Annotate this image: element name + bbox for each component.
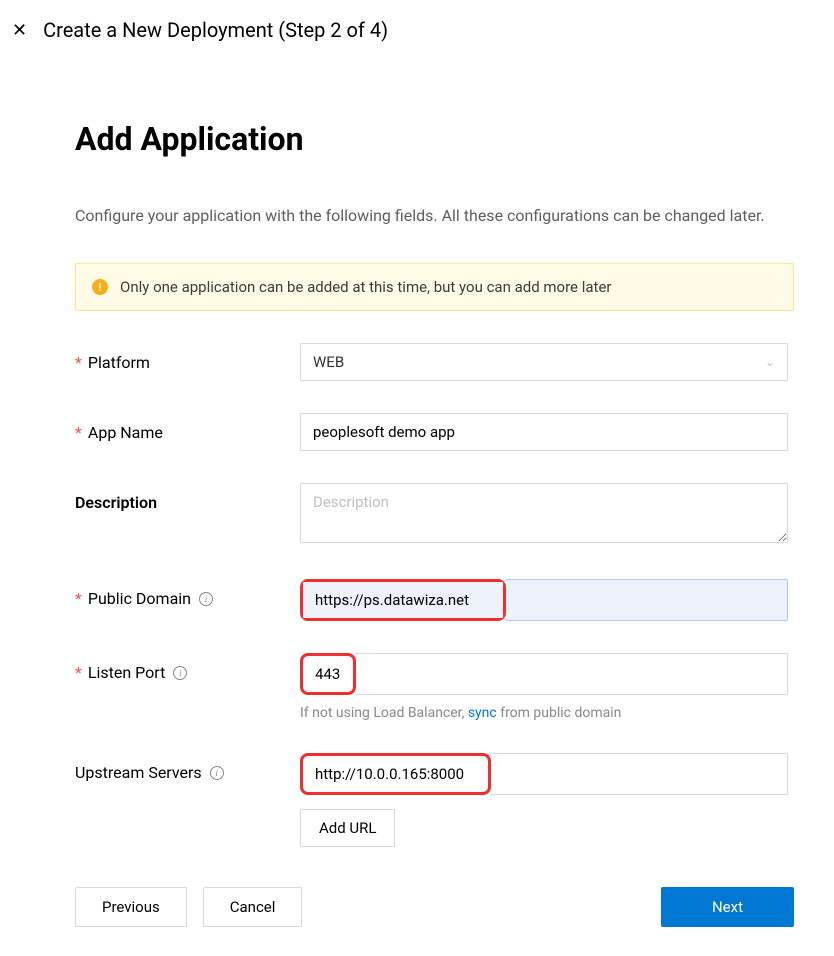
label-platform: * Platform bbox=[75, 343, 300, 372]
warning-icon: ! bbox=[92, 279, 108, 295]
required-marker: * bbox=[75, 423, 82, 442]
add-url-button[interactable]: Add URL bbox=[300, 809, 395, 847]
label-text: Description bbox=[75, 493, 157, 512]
label-description: Description bbox=[75, 483, 300, 512]
listen-port-input[interactable] bbox=[303, 656, 353, 692]
modal-content: Add Application Configure your applicati… bbox=[0, 50, 834, 847]
label-public-domain: * Public Domain i bbox=[75, 579, 300, 608]
hint-prefix: If not using Load Balancer, bbox=[300, 705, 468, 721]
upstream-server-input[interactable] bbox=[303, 756, 488, 792]
required-marker: * bbox=[75, 663, 82, 682]
row-listen-port: * Listen Port i If not using Load Balanc… bbox=[75, 653, 794, 721]
label-text: App Name bbox=[88, 423, 163, 442]
required-marker: * bbox=[75, 353, 82, 372]
sync-link[interactable]: sync bbox=[468, 705, 497, 721]
chevron-down-icon: ⌄ bbox=[765, 355, 775, 369]
highlight-box-upstream bbox=[300, 753, 491, 795]
required-marker: * bbox=[75, 589, 82, 608]
highlight-box-public-domain bbox=[300, 579, 506, 621]
info-alert: ! Only one application can be added at t… bbox=[75, 263, 794, 311]
next-button[interactable]: Next bbox=[661, 887, 794, 927]
row-app-name: * App Name bbox=[75, 413, 794, 451]
row-platform: * Platform WEB ⌄ bbox=[75, 343, 794, 381]
page-title: Add Application bbox=[75, 120, 794, 158]
close-icon[interactable]: ✕ bbox=[8, 20, 31, 41]
info-icon[interactable]: i bbox=[199, 592, 213, 606]
platform-value: WEB bbox=[313, 353, 344, 371]
listen-port-hint: If not using Load Balancer, sync from pu… bbox=[300, 705, 788, 721]
info-icon[interactable]: i bbox=[210, 766, 224, 780]
label-text: Listen Port bbox=[88, 663, 165, 682]
row-description: Description bbox=[75, 483, 794, 547]
modal-header: ✕ Create a New Deployment (Step 2 of 4) bbox=[0, 0, 834, 50]
page-subtitle: Configure your application with the foll… bbox=[75, 206, 794, 225]
label-upstream-servers: Upstream Servers i bbox=[75, 753, 300, 782]
app-name-input[interactable] bbox=[300, 413, 788, 451]
listen-port-field-extension[interactable] bbox=[356, 653, 788, 695]
hint-suffix: from public domain bbox=[497, 705, 622, 721]
footer-buttons: Previous Cancel Next bbox=[0, 887, 834, 927]
row-public-domain: * Public Domain i bbox=[75, 579, 794, 621]
info-icon[interactable]: i bbox=[173, 666, 187, 680]
label-app-name: * App Name bbox=[75, 413, 300, 442]
cancel-button[interactable]: Cancel bbox=[203, 887, 303, 927]
platform-select[interactable]: WEB ⌄ bbox=[300, 343, 788, 381]
alert-text: Only one application can be added at thi… bbox=[120, 278, 611, 296]
modal-title: Create a New Deployment (Step 2 of 4) bbox=[43, 18, 388, 42]
highlight-box-listen-port bbox=[300, 653, 356, 695]
public-domain-field-extension[interactable] bbox=[506, 579, 788, 621]
public-domain-input[interactable] bbox=[303, 582, 503, 618]
previous-button[interactable]: Previous bbox=[75, 887, 187, 927]
label-listen-port: * Listen Port i bbox=[75, 653, 300, 682]
label-text: Upstream Servers bbox=[75, 763, 202, 782]
row-upstream-servers: Upstream Servers i Add URL bbox=[75, 753, 794, 847]
label-text: Platform bbox=[88, 353, 150, 372]
label-text: Public Domain bbox=[88, 589, 191, 608]
description-input[interactable] bbox=[300, 483, 788, 543]
upstream-field-extension[interactable] bbox=[491, 753, 788, 795]
